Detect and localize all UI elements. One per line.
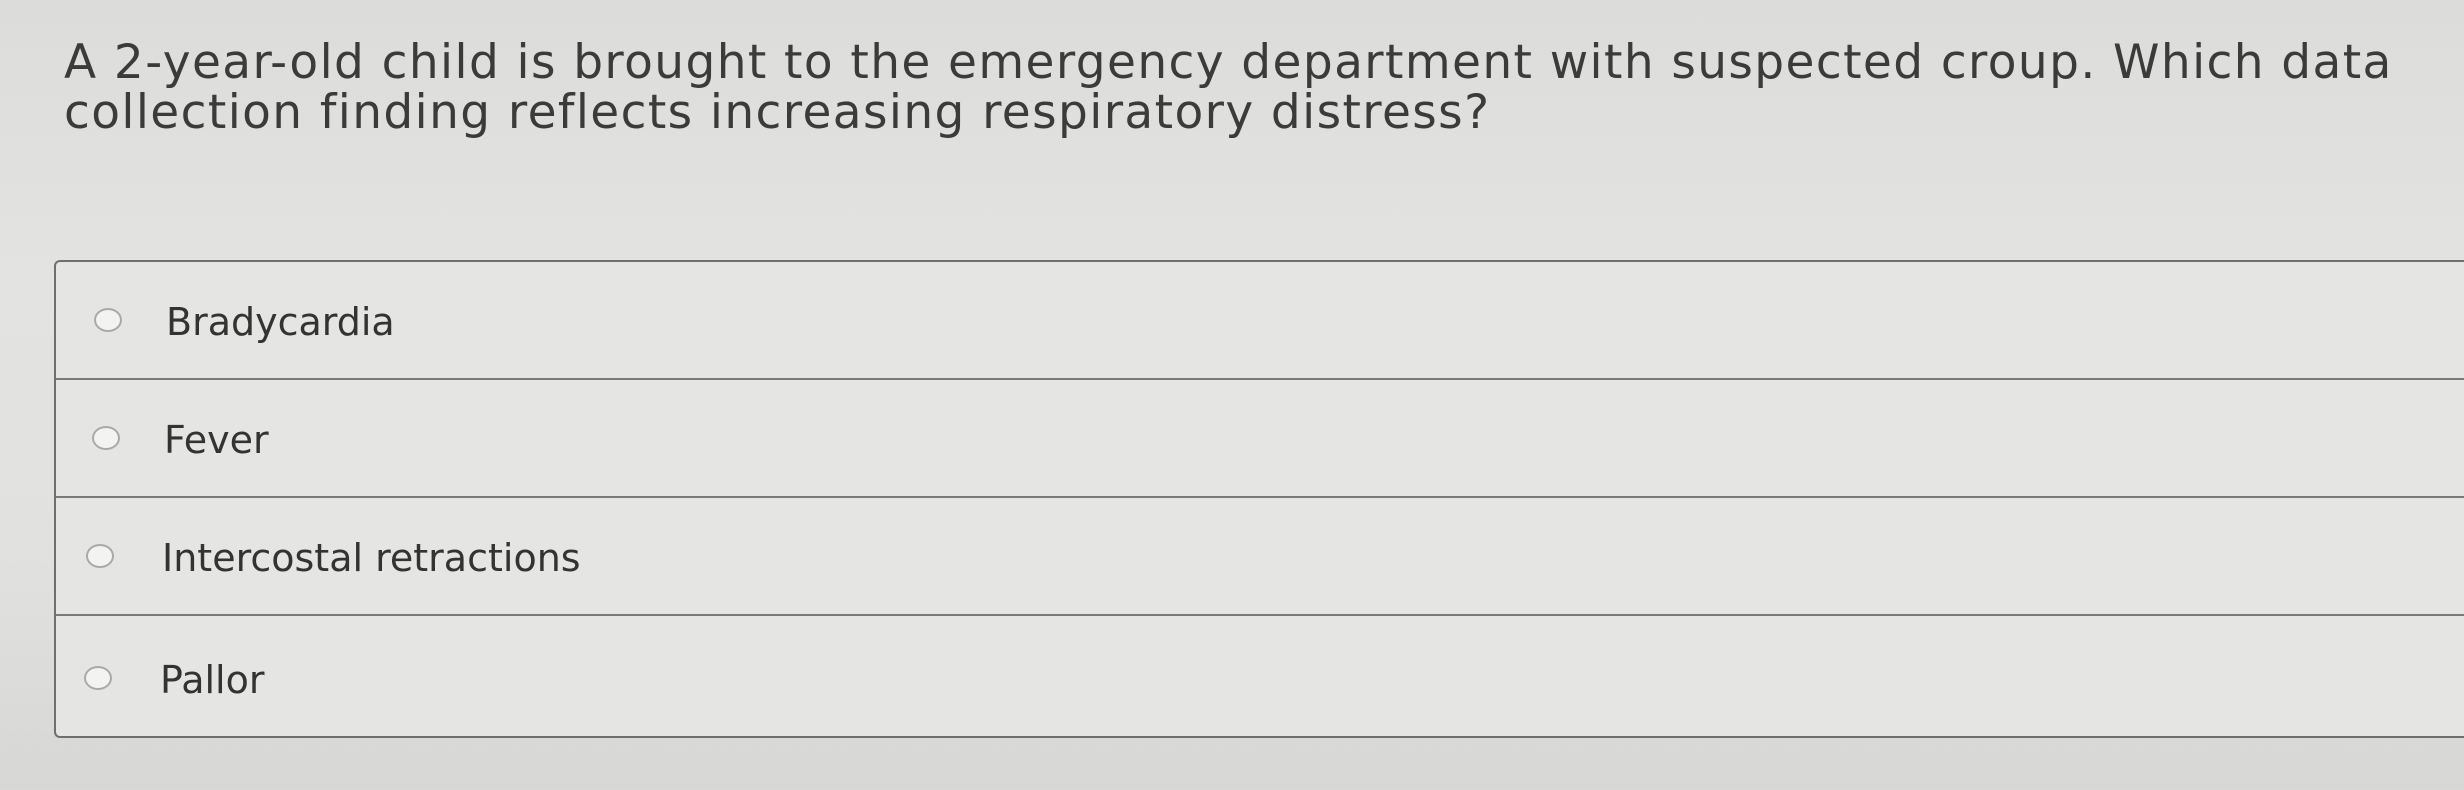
radio-button-icon[interactable] — [92, 426, 120, 450]
radio-button-icon[interactable] — [86, 544, 114, 568]
answer-option-pallor[interactable]: Pallor — [56, 616, 2464, 734]
answer-option-bradycardia[interactable]: Bradycardia — [56, 262, 2464, 380]
radio-button-icon[interactable] — [84, 666, 112, 690]
answer-options: Bradycardia Fever Intercostal retraction… — [54, 260, 2464, 738]
answer-label: Bradycardia — [166, 300, 395, 344]
question-line-1: A 2-year-old child is brought to the eme… — [64, 35, 2393, 90]
question-text: A 2-year-old child is brought to the eme… — [64, 38, 2464, 138]
answer-option-fever[interactable]: Fever — [56, 380, 2464, 498]
radio-button-icon[interactable] — [94, 308, 122, 332]
question-line-2: collection finding reflects increasing r… — [64, 85, 1491, 140]
answer-label: Intercostal retractions — [162, 536, 581, 580]
answer-label: Fever — [164, 418, 269, 462]
answer-option-intercostal-retractions[interactable]: Intercostal retractions — [56, 498, 2464, 616]
answer-label: Pallor — [160, 658, 265, 702]
